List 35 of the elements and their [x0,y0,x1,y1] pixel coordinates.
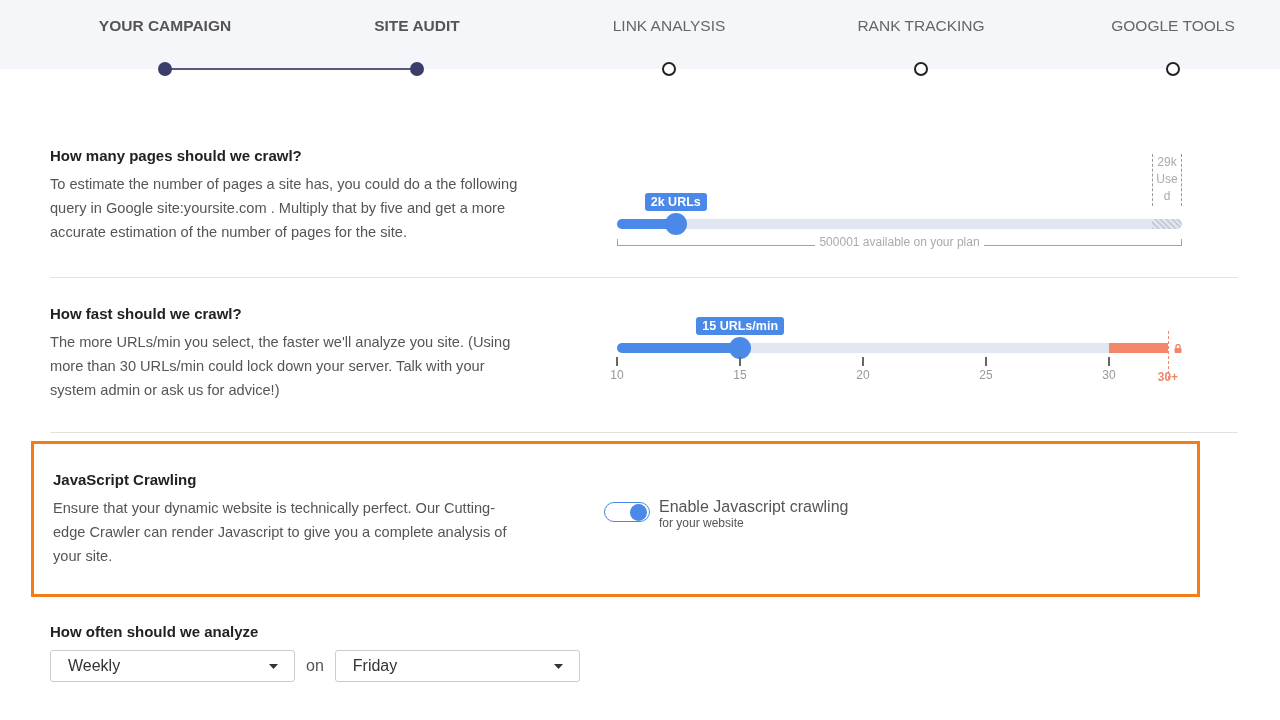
section-title: JavaScript Crawling [53,471,198,488]
frequency-dropdown[interactable]: Weekly [50,650,295,682]
section-description: Ensure that your dynamic website is technically perfect. Our Cutting-edge Crawler can render Javascript to give you a complete analysis of your site. [53,499,508,566]
tick-label: 15 [733,368,747,382]
tick-label: 10 [610,368,624,382]
value-tooltip: 2k URLs [644,193,707,211]
step-dot-icon [410,62,424,76]
step-label[interactable]: YOUR CAMPAIGN [98,17,232,37]
tick-label: 30+ [1157,370,1179,384]
step-label[interactable]: SITE AUDIT [374,17,460,37]
slider-handle[interactable] [729,337,752,359]
tick-label: 25 [979,368,993,382]
used-range [1152,219,1182,229]
slider-handle[interactable] [664,213,687,235]
step-label[interactable]: LINK ANALYSIS [612,17,726,37]
section-description: The more URLs/min you select, the faster we'll analyze you site. (Using more than 30 URLs/min could lock down your server. Talk with your system admin or ask us for advice!) [50,333,512,400]
section-title: How often should we analyze [50,623,260,640]
tick-label: 30 [1102,368,1116,382]
plan-availability: 500001 available on your plan [819,235,980,249]
toggle-switch[interactable] [604,502,650,522]
step-label[interactable]: GOOGLE TOOLS [1111,17,1235,37]
day-dropdown[interactable]: Friday [334,650,580,682]
joiner-text: on [306,657,324,675]
section-title: How fast should we crawl? [50,305,243,322]
toggle-sublabel: for your website [659,516,745,530]
section-description: To estimate the number of pages a site has, you could do a the following query in Google site:yoursite.com . Multiply that by five and get a more accurate estimation of the number of pages for the site. [50,175,519,242]
tick-label: 20 [856,368,870,382]
step-label[interactable]: RANK TRACKING [857,17,985,37]
value-tooltip: 15 URLs/min [696,317,784,335]
caret-icon [269,663,278,669]
caret-icon [553,663,563,669]
lock-icon [1174,344,1182,353]
step-dot-icon [158,62,172,76]
section-title: How many pages should we crawl? [50,147,303,164]
toggle-label: Enable Javascript crawling [659,498,849,516]
